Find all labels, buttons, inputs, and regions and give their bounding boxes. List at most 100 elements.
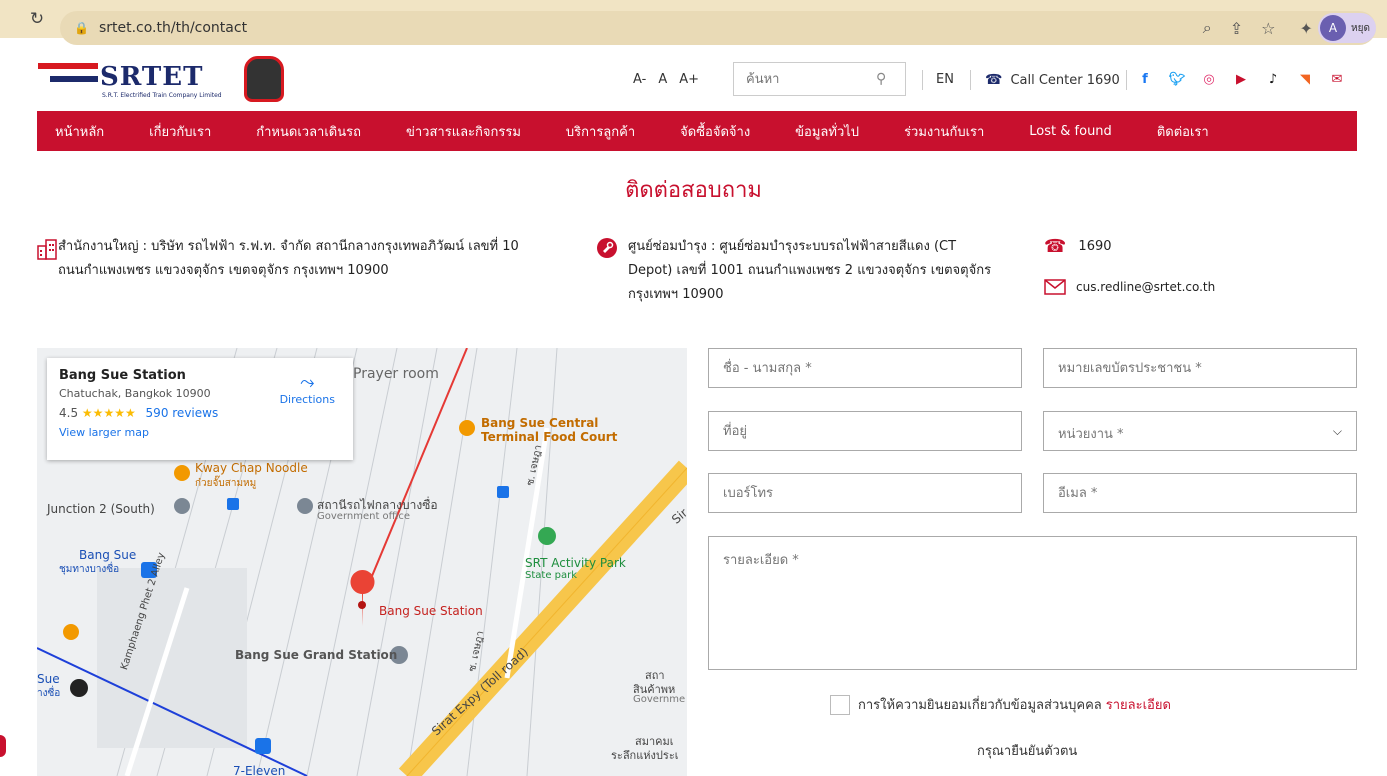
search-icon[interactable]: ⚲ — [876, 71, 886, 87]
map-label: Prayer room — [353, 366, 439, 382]
nav-about[interactable]: เกี่ยวกับเรา — [131, 121, 211, 142]
place-rating: 4.5 ★★★★★ 590 reviews — [59, 406, 219, 420]
contact-phone[interactable]: ☎ 1690 — [1044, 235, 1112, 259]
name-field[interactable] — [708, 348, 1022, 388]
nav-news[interactable]: ข่าวสารและกิจกรรม — [388, 121, 521, 142]
map-label: 7-Eleven — [233, 764, 286, 776]
map-label: ก๋วยจั๊บสามหมู — [195, 478, 257, 489]
srtet-logo[interactable]: SRTET S.R.T. Electrified Train Company L… — [38, 56, 288, 106]
side-tab[interactable] — [0, 735, 6, 757]
address-input[interactable] — [709, 412, 1021, 450]
share-icon[interactable]: ⇪ — [1230, 19, 1243, 38]
nav-home[interactable]: หน้าหลัก — [37, 121, 104, 142]
map-label: างซื่อ — [37, 688, 61, 699]
search-input[interactable] — [746, 71, 876, 87]
profile-label: หยุด — [1351, 22, 1370, 34]
call-center[interactable]: ☎ Call Center 1690 — [985, 72, 1120, 88]
star-rating-icon: ★★★★★ — [81, 406, 136, 420]
zoom-icon[interactable]: ⌕ — [1203, 18, 1212, 38]
nav-careers[interactable]: ร่วมงานกับเรา — [886, 121, 984, 142]
directions-button[interactable]: ⤳ Directions — [280, 372, 335, 406]
logo-stripe-navy — [50, 76, 98, 82]
consent-text: การให้ความยินยอมเกี่ยวกับข้อมูลส่วนบุคคล — [858, 698, 1102, 713]
youtube-icon[interactable]: ▶ — [1232, 70, 1250, 88]
logo-text: SRTET — [100, 62, 204, 92]
map-label: Bang Sue Station — [379, 604, 483, 618]
address-field[interactable] — [708, 411, 1022, 451]
verify-identity-text: กรุณายืนยันตัวตน — [977, 744, 1078, 759]
nav-lost-found[interactable]: Lost & found — [1011, 124, 1112, 139]
font-normal-button[interactable]: A — [658, 72, 667, 87]
search-box: ⚲ — [733, 62, 906, 96]
email-field[interactable] — [1043, 473, 1357, 513]
nav-contact[interactable]: ติดต่อเรา — [1139, 121, 1209, 142]
divider — [1126, 70, 1127, 90]
divider — [922, 70, 923, 90]
map-label: State park — [525, 570, 578, 581]
lock-icon[interactable]: 🔒 — [74, 21, 89, 35]
chevron-down-icon: ⌵ — [1332, 424, 1342, 438]
call-center-text: Call Center 1690 — [1010, 72, 1120, 88]
font-decrease-button[interactable]: A- — [633, 72, 646, 87]
logo-subtitle: S.R.T. Electrified Train Company Limited — [102, 92, 222, 99]
google-map[interactable]: Prayer room Bang Sue Central Terminal Fo… — [37, 348, 687, 776]
nav-general-info[interactable]: ข้อมูลทั่วไป — [777, 121, 859, 142]
map-label: Bang Sue Central — [481, 416, 599, 430]
map-label: Bang Sue — [79, 548, 137, 562]
extensions-icon[interactable]: ✦ — [1299, 19, 1312, 38]
language-switch[interactable]: EN — [936, 72, 954, 87]
twitter-icon[interactable]: 🐦︎ — [1168, 70, 1186, 88]
name-input[interactable] — [709, 349, 1021, 387]
repair-icon — [597, 238, 617, 258]
map-label: Governme — [633, 694, 686, 705]
divider — [970, 70, 971, 90]
address-bar[interactable]: 🔒 srtet.co.th/th/contact ⌕ ⇪ ☆ ✦ ▣ A หยุ… — [60, 11, 1376, 45]
map-label: Terminal Food Court — [481, 430, 618, 444]
contact-email[interactable]: cus.redline@srtet.co.th — [1044, 275, 1215, 299]
page-title: ติดต่อสอบถาม — [625, 178, 762, 203]
id-card-field[interactable] — [1043, 348, 1357, 388]
train-icon — [244, 56, 284, 102]
tiktok-icon[interactable]: ♪ — [1264, 70, 1282, 88]
detail-textarea[interactable] — [709, 537, 1356, 669]
id-card-input[interactable] — [1044, 349, 1356, 387]
map-label: Junction 2 (South) — [47, 502, 155, 516]
consent-detail-link[interactable]: รายละเอียด — [1106, 694, 1171, 715]
map-label: Government office — [317, 511, 410, 522]
logo-stripe-red — [38, 63, 98, 69]
reviews-link[interactable]: 590 reviews — [146, 406, 219, 420]
mail-icon[interactable]: ✉ — [1328, 70, 1346, 88]
consent-row: การให้ความยินยอมเกี่ยวกับข้อมูลส่วนบุคคล… — [830, 694, 1171, 715]
depot-address: ศูนย์ซ่อมบำรุง : ศูนย์ซ่อมบำรุงระบบรถไฟฟ… — [628, 239, 992, 302]
instagram-icon[interactable]: ◎ — [1200, 70, 1218, 88]
phone-icon: ☎ — [1044, 236, 1067, 257]
phone-field[interactable] — [708, 473, 1022, 513]
agency-select[interactable]: หน่วยงาน * ⌵ — [1043, 411, 1357, 451]
detail-field[interactable] — [708, 536, 1357, 670]
map-label: SRT Activity Park — [525, 556, 626, 570]
font-size-controls: A- A A+ — [633, 72, 699, 87]
hq-address: สำนักงานใหญ่ : บริษัท รถไฟฟ้า ร.ฟ.ท. จำก… — [58, 239, 519, 278]
map-label: ระลึกแห่งประเ — [611, 749, 679, 762]
directions-icon: ⤳ — [300, 372, 315, 393]
facebook-icon[interactable]: f — [1136, 70, 1154, 88]
site-header: SRTET S.R.T. Electrified Train Company L… — [0, 46, 1387, 110]
social-links: f 🐦︎ ◎ ▶ ♪ ◥ ✉ — [1136, 70, 1346, 88]
reload-icon[interactable]: ↻ — [26, 9, 48, 29]
larger-map-link[interactable]: View larger map — [59, 426, 341, 439]
agency-select-value: หน่วยงาน * — [1058, 427, 1124, 442]
consent-checkbox[interactable] — [830, 694, 850, 715]
font-increase-button[interactable]: A+ — [679, 72, 699, 87]
map-label: Kway Chap Noodle — [195, 461, 308, 475]
avatar: A — [1320, 15, 1346, 41]
email-input[interactable] — [1044, 474, 1356, 512]
map-label: Sue — [37, 672, 60, 686]
main-nav: หน้าหลัก เกี่ยวกับเรา กำหนดเวลาเดินรถ ข่… — [37, 111, 1357, 151]
bookmark-star-icon[interactable]: ☆ — [1261, 19, 1275, 38]
nav-procurement[interactable]: จัดซื้อจัดจ้าง — [662, 121, 750, 142]
profile-button[interactable]: A หยุด — [1318, 13, 1376, 43]
rss-icon[interactable]: ◥ — [1296, 70, 1314, 88]
nav-schedule[interactable]: กำหนดเวลาเดินรถ — [238, 121, 361, 142]
phone-input[interactable] — [709, 474, 1021, 512]
nav-services[interactable]: บริการลูกค้า — [548, 121, 635, 142]
